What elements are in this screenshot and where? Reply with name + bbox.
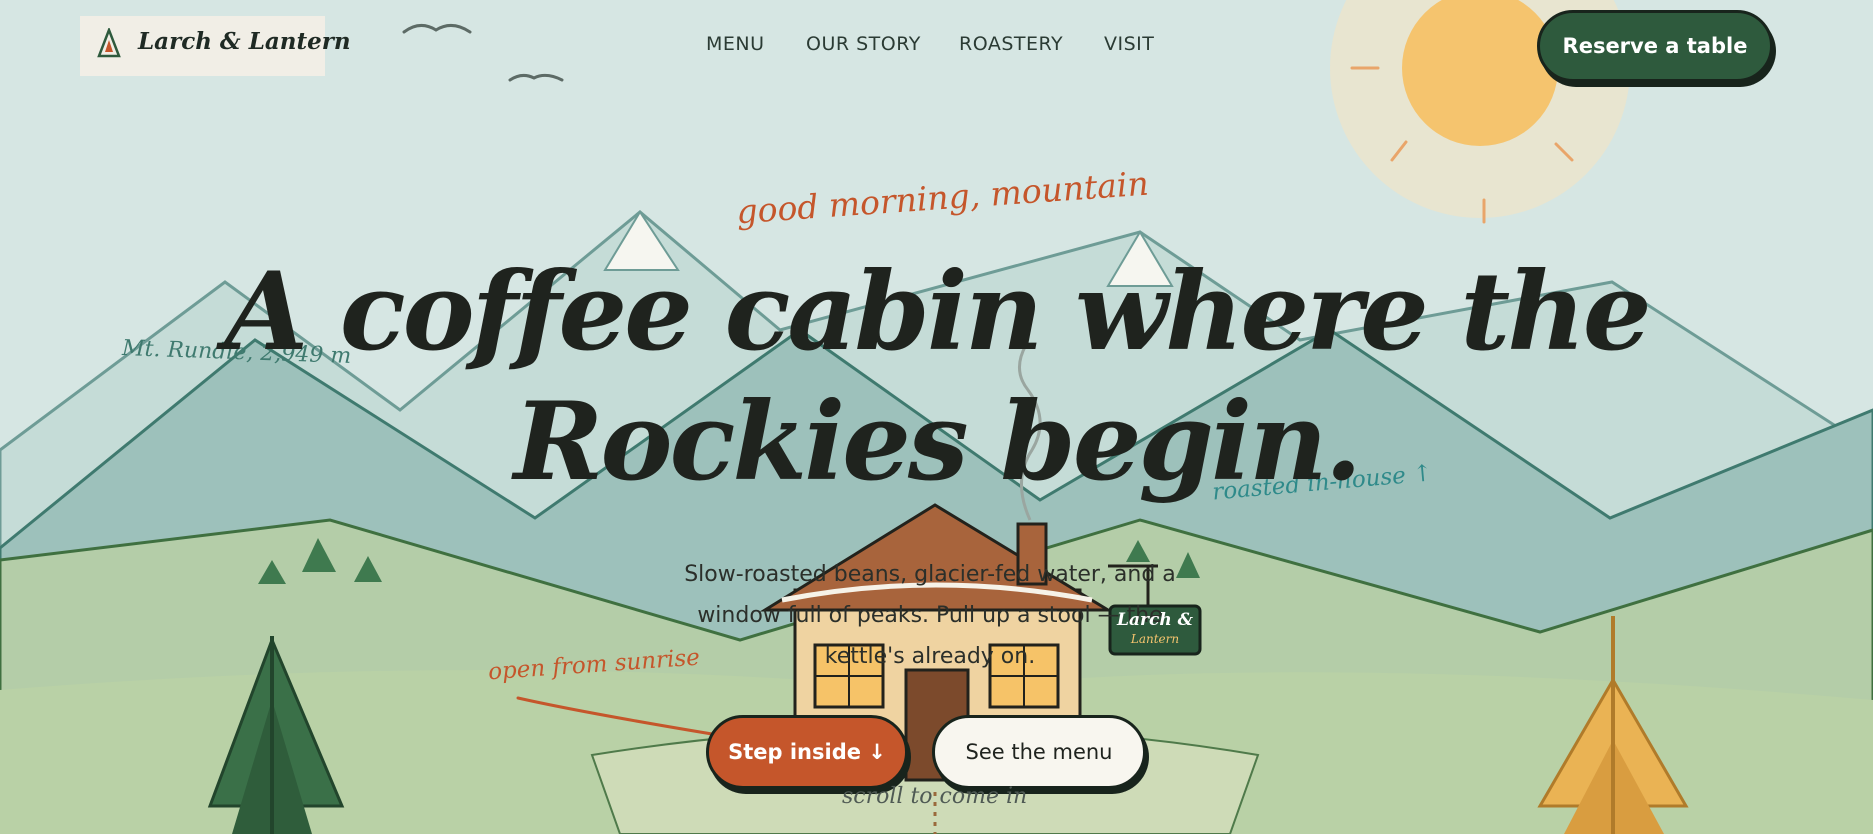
- reserve-table-button[interactable]: Reserve a table: [1537, 10, 1773, 82]
- nav-our-story[interactable]: OUR STORY: [806, 33, 921, 55]
- hero-headline-line1: A coffee cabin where the: [224, 249, 1651, 375]
- nav-roastery[interactable]: ROASTERY: [959, 33, 1063, 55]
- see-menu-button[interactable]: See the menu: [932, 715, 1146, 789]
- hero-headline-line2: Rockies begin.: [513, 379, 1362, 505]
- brand-logo[interactable]: Larch & Lantern: [80, 16, 351, 76]
- scroll-hint: scroll to come in: [842, 784, 1028, 809]
- nav-visit[interactable]: VISIT: [1104, 33, 1154, 55]
- cabin-sign-line1: Larch &: [1117, 610, 1193, 630]
- brand-name: Larch & Lantern: [138, 28, 351, 55]
- lantern-icon: [97, 28, 121, 58]
- cabin-sign-line2: Lantern: [1130, 632, 1180, 646]
- step-inside-button[interactable]: Step inside ↓: [706, 715, 908, 789]
- nav-menu[interactable]: MENU: [706, 33, 765, 55]
